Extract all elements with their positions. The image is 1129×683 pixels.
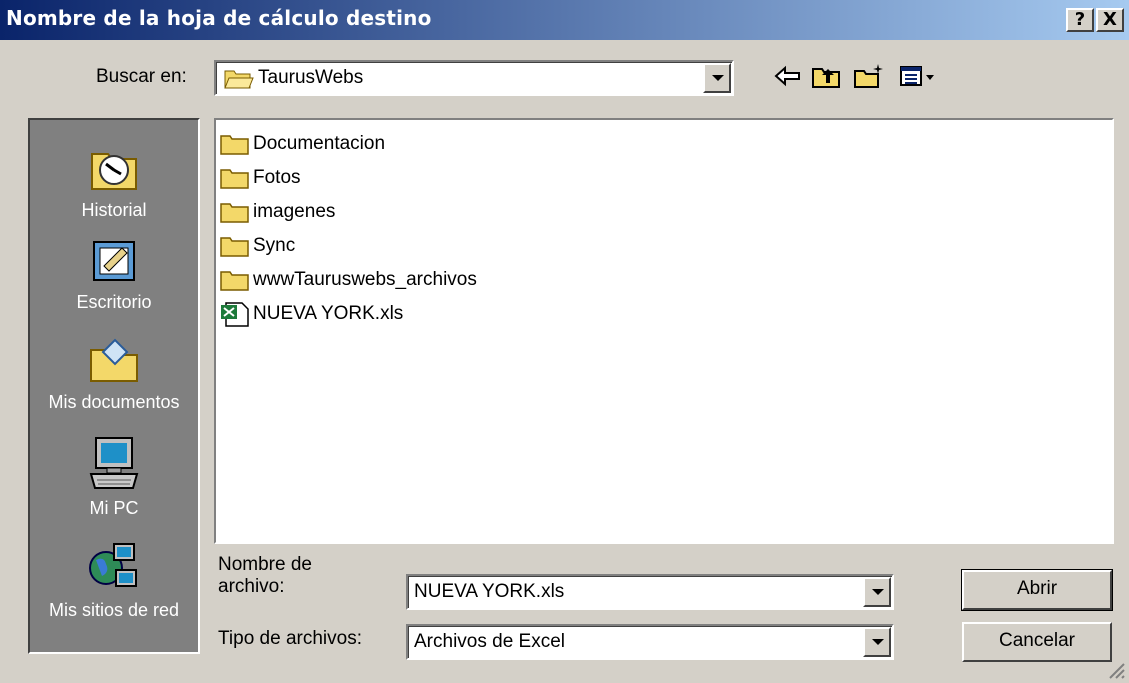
lookin-value: TaurusWebs bbox=[258, 67, 364, 88]
history-icon bbox=[91, 153, 137, 190]
list-item[interactable]: Sync bbox=[220, 230, 295, 262]
network-places-icon bbox=[89, 543, 137, 587]
list-item[interactable]: wwwTauruswebs_archivos bbox=[220, 264, 477, 296]
place-label: Mis documentos bbox=[48, 392, 180, 412]
place-history[interactable]: Historial bbox=[30, 140, 198, 221]
folder-icon bbox=[220, 135, 249, 155]
filename-combo[interactable]: NUEVA YORK.xls bbox=[406, 574, 894, 610]
place-label: Mi PC bbox=[89, 498, 139, 518]
file-name: wwwTauruswebs_archivos bbox=[253, 269, 477, 290]
back-arrow-icon[interactable] bbox=[772, 62, 806, 90]
filetype-dropdown-button[interactable] bbox=[863, 627, 891, 657]
my-computer-icon bbox=[89, 437, 139, 489]
folder-open-icon bbox=[224, 66, 254, 96]
lookin-label: Buscar en: bbox=[96, 66, 187, 87]
my-documents-icon bbox=[90, 338, 138, 382]
file-name: NUEVA YORK.xls bbox=[253, 303, 404, 324]
file-list[interactable]: Documentacion Fotos imagenes Sync wwwTau… bbox=[214, 118, 1114, 544]
cancel-button[interactable]: Cancelar bbox=[962, 622, 1112, 662]
folder-icon bbox=[220, 203, 249, 223]
new-folder-icon[interactable] bbox=[852, 62, 886, 90]
list-item[interactable]: imagenes bbox=[220, 196, 335, 228]
file-name: Sync bbox=[253, 235, 296, 256]
desktop-icon bbox=[93, 241, 135, 281]
list-item[interactable]: Fotos bbox=[220, 162, 301, 194]
place-my-documents[interactable]: Mis documentos bbox=[30, 334, 198, 413]
lookin-combo[interactable]: TaurusWebs bbox=[214, 60, 734, 96]
view-menu-icon[interactable] bbox=[898, 62, 934, 90]
file-name: imagenes bbox=[253, 201, 336, 222]
folder-icon bbox=[220, 237, 249, 257]
lookin-dropdown-button[interactable] bbox=[703, 63, 731, 93]
close-button[interactable]: X bbox=[1096, 8, 1124, 32]
folder-icon bbox=[220, 271, 249, 291]
filetype-value: Archivos de Excel bbox=[414, 631, 566, 652]
place-label: Mis sitios de red bbox=[48, 600, 180, 620]
filename-label-line2: archivo: bbox=[218, 576, 285, 597]
filename-dropdown-button[interactable] bbox=[863, 577, 891, 607]
filetype-combo[interactable]: Archivos de Excel bbox=[406, 624, 894, 660]
filename-label-line1: Nombre de bbox=[218, 554, 312, 575]
resize-grip-icon[interactable] bbox=[1106, 660, 1126, 683]
up-folder-icon[interactable] bbox=[810, 62, 844, 90]
file-name: Fotos bbox=[253, 167, 301, 188]
window-title: Nombre de la hoja de cálculo destino bbox=[6, 6, 432, 30]
file-name: Documentacion bbox=[253, 133, 386, 154]
filename-input[interactable]: NUEVA YORK.xls bbox=[414, 581, 564, 603]
help-button[interactable]: ? bbox=[1066, 8, 1094, 32]
place-label: Escritorio bbox=[76, 292, 152, 312]
list-item[interactable]: Documentacion bbox=[220, 128, 385, 160]
excel-file-icon bbox=[221, 302, 249, 327]
places-bar: Historial Escritorio Mis documentos Mi P… bbox=[28, 118, 200, 654]
list-item[interactable]: NUEVA YORK.xls bbox=[220, 298, 403, 330]
filetype-label: Tipo de archivos: bbox=[218, 628, 362, 649]
place-my-computer[interactable]: Mi PC bbox=[30, 434, 198, 519]
place-desktop[interactable]: Escritorio bbox=[30, 234, 198, 313]
open-button[interactable]: Abrir bbox=[961, 569, 1113, 611]
title-bar[interactable]: Nombre de la hoja de cálculo destino ? X bbox=[0, 0, 1129, 40]
place-label: Historial bbox=[81, 200, 147, 220]
filename-label: Nombre de archivo: bbox=[218, 554, 312, 598]
folder-icon bbox=[220, 169, 249, 189]
place-network[interactable]: Mis sitios de red bbox=[30, 540, 198, 621]
